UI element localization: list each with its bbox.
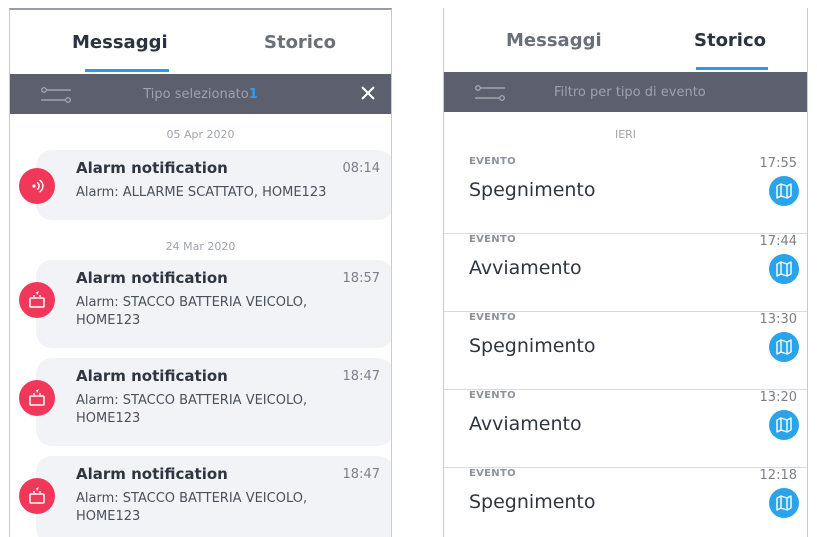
- alarm-signal-icon: [19, 168, 55, 204]
- message-body: Alarm: STACCO BATTERIA VEICOLO, HOME123: [76, 393, 308, 426]
- battery-icon: [19, 380, 55, 416]
- event-label: EVENTO: [469, 234, 516, 245]
- message-body: Alarm: ALLARME SCATTATO, HOME123: [76, 185, 327, 200]
- event-time: 12:18: [759, 468, 797, 483]
- event-label: EVENTO: [469, 312, 516, 323]
- message-card[interactable]: Alarm notification 18:57 Alarm: STACCO B…: [36, 260, 391, 348]
- map-icon[interactable]: [769, 488, 799, 518]
- event-name: Spegnimento: [469, 179, 596, 201]
- messages-panel: Messaggi Storico Tipo selezionato1 05 Ap…: [9, 8, 392, 537]
- message-body: Alarm: STACCO BATTERIA VEICOLO, HOME123: [76, 295, 308, 328]
- message-title: Alarm notification: [76, 367, 228, 385]
- close-icon[interactable]: [359, 84, 377, 102]
- date-separator: IERI: [614, 128, 637, 141]
- event-time: 17:55: [759, 156, 797, 171]
- event-name: Avviamento: [469, 413, 582, 435]
- message-time: 18:57: [342, 271, 380, 286]
- filter-count: 1: [248, 86, 258, 102]
- filter-sliders-icon[interactable]: [474, 84, 506, 102]
- event-time: 13:30: [759, 312, 797, 327]
- history-panel: Messaggi Storico Filtro per tipo di even…: [443, 8, 808, 537]
- message-time: 18:47: [342, 467, 380, 482]
- filter-label: Tipo selezionato1: [10, 87, 391, 102]
- event-label: EVENTO: [469, 156, 516, 167]
- filter-text: Tipo selezionato: [143, 86, 249, 102]
- event-row[interactable]: EVENTO 17:55 Spegnimento: [444, 156, 807, 234]
- filter-placeholder[interactable]: Filtro per tipo di evento: [554, 85, 706, 100]
- message-body: Alarm: STACCO BATTERIA VEICOLO, HOME123: [76, 491, 308, 524]
- filter-bar[interactable]: Tipo selezionato1: [10, 74, 391, 114]
- tab-bar: Messaggi Storico: [10, 10, 391, 74]
- event-name: Avviamento: [469, 257, 582, 279]
- date-separator: 05 Apr 2020: [166, 128, 235, 141]
- event-row[interactable]: EVENTO 13:30 Spegnimento: [444, 312, 807, 390]
- message-card[interactable]: Alarm notification 18:47 Alarm: STACCO B…: [36, 358, 391, 446]
- message-card[interactable]: Alarm notification 18:47 Alarm: STACCO B…: [36, 456, 391, 537]
- active-tab-indicator: [85, 69, 169, 72]
- event-time: 13:20: [759, 390, 797, 405]
- battery-icon: [19, 282, 55, 318]
- tab-storico[interactable]: Storico: [264, 32, 336, 53]
- battery-icon: [19, 478, 55, 514]
- message-title: Alarm notification: [76, 465, 228, 483]
- tab-bar: Messaggi Storico: [444, 8, 807, 72]
- event-name: Spegnimento: [469, 335, 596, 357]
- active-tab-indicator: [696, 67, 768, 70]
- event-label: EVENTO: [469, 390, 516, 401]
- tab-messaggi[interactable]: Messaggi: [72, 32, 168, 53]
- event-row[interactable]: EVENTO 12:18 Spegnimento: [444, 468, 807, 537]
- map-icon[interactable]: [769, 176, 799, 206]
- event-name: Spegnimento: [469, 491, 596, 513]
- message-time: 18:47: [342, 369, 380, 384]
- event-time: 17:44: [759, 234, 797, 249]
- message-title: Alarm notification: [76, 159, 228, 177]
- map-icon[interactable]: [769, 410, 799, 440]
- date-separator: 24 Mar 2020: [165, 240, 236, 253]
- message-card[interactable]: Alarm notification 08:14 Alarm: ALLARME …: [36, 150, 391, 220]
- filter-bar[interactable]: Filtro per tipo di evento: [444, 72, 807, 112]
- tab-messaggi[interactable]: Messaggi: [506, 30, 602, 51]
- map-icon[interactable]: [769, 254, 799, 284]
- event-label: EVENTO: [469, 468, 516, 479]
- event-row[interactable]: EVENTO 13:20 Avviamento: [444, 390, 807, 468]
- tab-storico[interactable]: Storico: [694, 30, 766, 51]
- message-title: Alarm notification: [76, 269, 228, 287]
- map-icon[interactable]: [769, 332, 799, 362]
- message-time: 08:14: [342, 161, 380, 176]
- event-row[interactable]: EVENTO 17:44 Avviamento: [444, 234, 807, 312]
